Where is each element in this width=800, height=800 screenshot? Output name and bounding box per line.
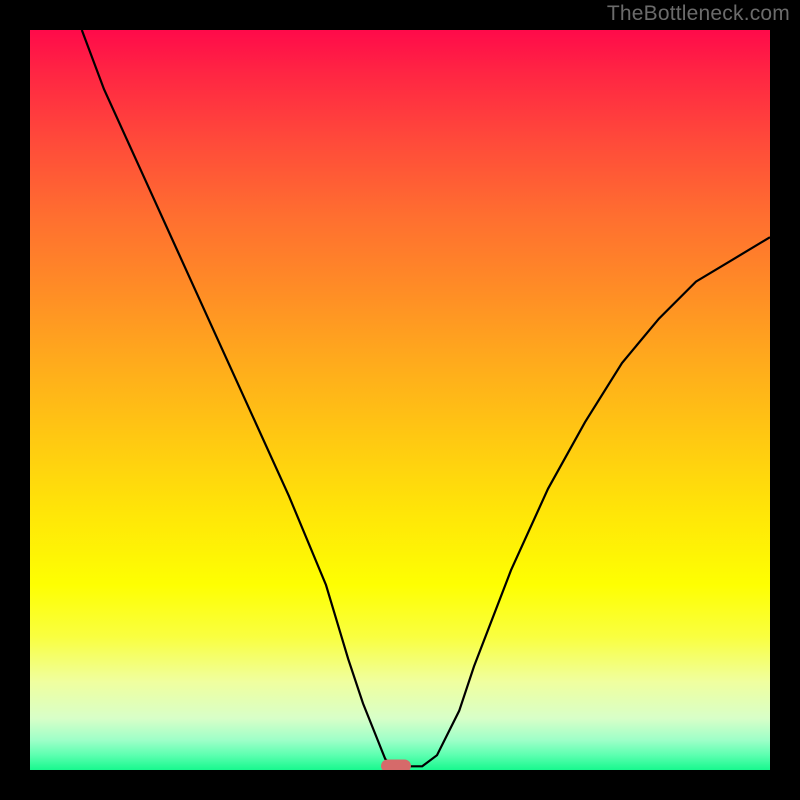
chart-container: TheBottleneck.com [0, 0, 800, 800]
optimum-marker [381, 760, 411, 770]
watermark-text: TheBottleneck.com [607, 2, 790, 26]
plot-area [30, 30, 770, 770]
bottleneck-curve [30, 30, 770, 770]
